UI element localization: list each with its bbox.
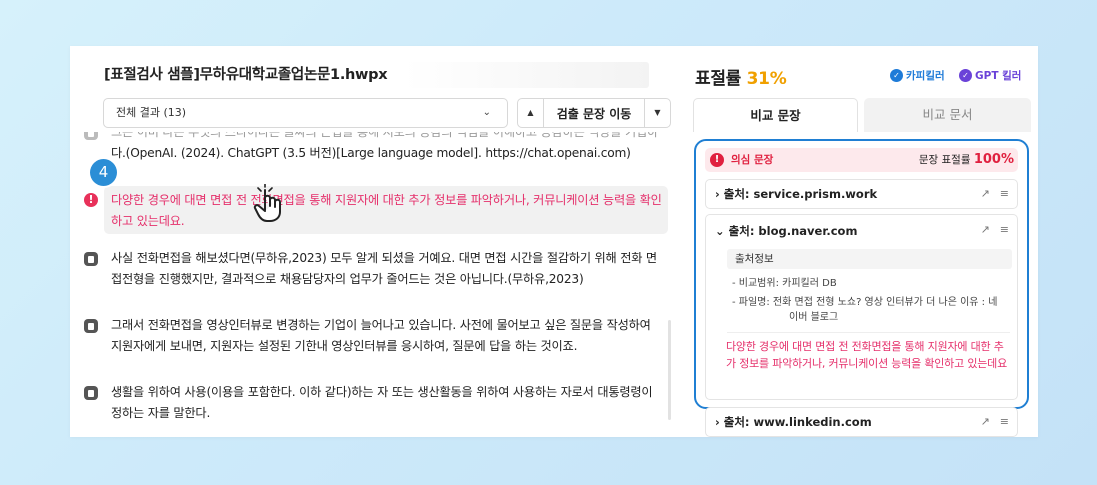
alert-icon bbox=[84, 193, 98, 207]
external-link-icon[interactable]: ↗ bbox=[981, 187, 990, 200]
sentence-rate-label: 문장 표절률 bbox=[918, 154, 971, 166]
navigator-label: 검출 문장 이동 bbox=[556, 106, 632, 121]
external-link-icon[interactable]: ↗ bbox=[981, 223, 990, 236]
pointer-hand-icon bbox=[253, 184, 281, 222]
matched-text: 다양한 경우에 대면 면접 전 전화면접을 통해 지원자에 대한 추가 정보를 … bbox=[726, 340, 1007, 370]
document-title: [표절검사 샘플]무하유대학교졸업논문1.hwpx bbox=[104, 62, 649, 88]
prev-sentence-button[interactable]: ▲ bbox=[518, 99, 544, 127]
list-item[interactable]: 다.(OpenAI. (2024). ChatGPT (3.5 버전)[Larg… bbox=[70, 143, 670, 165]
source-row-expanded[interactable]: ⌄ 출처: blog.naver.com ↗ ≡ 출처정보 - 비교범위: 카피킬… bbox=[705, 214, 1018, 400]
collapse-icon: ⌄ bbox=[715, 224, 725, 238]
list-item[interactable]: 사실 전화면접을 해보셨다면(무하유,2023) 모두 알게 되셨을 거예요. … bbox=[70, 248, 670, 292]
source-info-line: 이버 블로그 bbox=[789, 312, 839, 323]
check-icon: ✓ bbox=[959, 69, 972, 82]
document-icon bbox=[84, 132, 98, 140]
source-info-line: - 파일명: 전화 면접 전형 노쇼? 영상 인터뷰가 더 나은 이유 : 네 bbox=[732, 297, 998, 308]
list-icon[interactable]: ≡ bbox=[1000, 415, 1009, 428]
source-label: 출처: blog.naver.com bbox=[728, 224, 858, 238]
sentence-text: 그래서 전화면접을 영상인터뷰로 변경하는 기업이 늘어나고 있습니다. 사전에… bbox=[111, 318, 651, 353]
scrollbar[interactable] bbox=[668, 320, 671, 420]
sentence-text: 그는 이미 다는 무엇의 스타이다는 글싸의 근접을 통해 지보의 공감의 익심… bbox=[111, 132, 658, 139]
document-icon bbox=[84, 386, 98, 400]
list-icon[interactable]: ≡ bbox=[1000, 223, 1009, 236]
plagiarism-rate-value: 31% bbox=[746, 69, 787, 89]
gpt-killer-label: GPT 킬러 bbox=[975, 70, 1022, 82]
sentence-text: 다양한 경우에 대면 면접 전 전화면접을 통해 지원자에 대한 추가 정보를 … bbox=[111, 193, 662, 228]
suspicious-label: 의심 문장 bbox=[731, 154, 774, 166]
detected-sentence-navigator: ▲ 검출 문장 이동 ▼ bbox=[517, 98, 671, 128]
tab-compare-document[interactable]: 비교 문서 bbox=[864, 98, 1031, 132]
sentence-text: 다.(OpenAI. (2024). ChatGPT (3.5 버전)[Larg… bbox=[111, 146, 631, 160]
sentence-list: 그는 이미 다는 무엇의 스타이다는 글싸의 근접을 통해 지보의 공감의 익심… bbox=[70, 132, 675, 437]
external-link-icon[interactable]: ↗ bbox=[981, 415, 990, 428]
list-item-selected[interactable]: 다양한 경우에 대면 면접 전 전화면접을 통해 지원자에 대한 추가 정보를 … bbox=[70, 186, 670, 234]
list-item[interactable]: 그래서 전화면접을 영상인터뷰로 변경하는 기업이 늘어나고 있습니다. 사전에… bbox=[70, 315, 670, 359]
sentence-text: 사실 전화면접을 해보셨다면(무하유,2023) 모두 알게 되셨을 거예요. … bbox=[111, 251, 657, 286]
plagiarism-rate: 표절률 31% bbox=[695, 64, 787, 89]
sentence-rate: 문장 표절률 100% bbox=[919, 148, 1014, 172]
chevron-down-icon: ⌄ bbox=[482, 107, 491, 118]
source-label: 출처: www.linkedin.com bbox=[723, 415, 872, 429]
source-header: ⌄ 출처: blog.naver.com bbox=[715, 223, 857, 239]
source-label: 출처: service.prism.work bbox=[723, 187, 878, 201]
expand-icon: › bbox=[715, 187, 720, 201]
sentence-text: 생활을 위하여 사용(이용을 포함한다. 이하 같다)하는 자 또는 생산활동을… bbox=[111, 385, 653, 420]
source-info-line: - 비교범위: 카피킬러 DB bbox=[732, 278, 837, 289]
source-row[interactable]: › 출처: service.prism.work ↗ ≡ bbox=[705, 179, 1018, 209]
list-item[interactable]: 생활을 위하여 사용(이용을 포함한다. 이하 같다)하는 자 또는 생산활동을… bbox=[70, 382, 670, 426]
source-info-title: 출처정보 bbox=[727, 249, 1012, 269]
next-sentence-button[interactable]: ▼ bbox=[644, 99, 670, 127]
plagiarism-rate-label: 표절률 bbox=[695, 69, 742, 89]
step-badge: 4 bbox=[90, 159, 117, 186]
result-filter-value: 전체 결과 (13) bbox=[116, 106, 187, 119]
source-row[interactable]: › 출처: www.linkedin.com ↗ ≡ bbox=[705, 407, 1018, 437]
sentence-rate-value: 100% bbox=[973, 152, 1014, 167]
suspicious-sentence-bar: ! 의심 문장 문장 표절률 100% bbox=[705, 148, 1018, 172]
alert-icon: ! bbox=[710, 153, 724, 167]
document-icon bbox=[84, 319, 98, 333]
result-filter-select[interactable]: 전체 결과 (13) ⌄ bbox=[103, 98, 508, 128]
divider bbox=[727, 332, 1010, 333]
document-icon bbox=[84, 252, 98, 266]
tab-compare-sentence[interactable]: 비교 문장 bbox=[693, 98, 858, 132]
list-icon[interactable]: ≡ bbox=[1000, 187, 1009, 200]
result-panel: 표절률 31% ✓ 카피킬러 ✓ GPT 킬러 비교 문장 비교 문서 ! 의심… bbox=[682, 46, 1038, 437]
expand-icon: › bbox=[715, 415, 720, 429]
check-icon: ✓ bbox=[890, 69, 903, 82]
copykiller-label: 카피킬러 bbox=[906, 70, 945, 82]
copykiller-link[interactable]: ✓ 카피킬러 bbox=[890, 68, 945, 83]
gpt-killer-link[interactable]: ✓ GPT 킬러 bbox=[959, 68, 1021, 83]
main-panel: [표절검사 샘플]무하유대학교졸업논문1.hwpx 전체 결과 (13) ⌄ ▲… bbox=[70, 46, 1038, 437]
